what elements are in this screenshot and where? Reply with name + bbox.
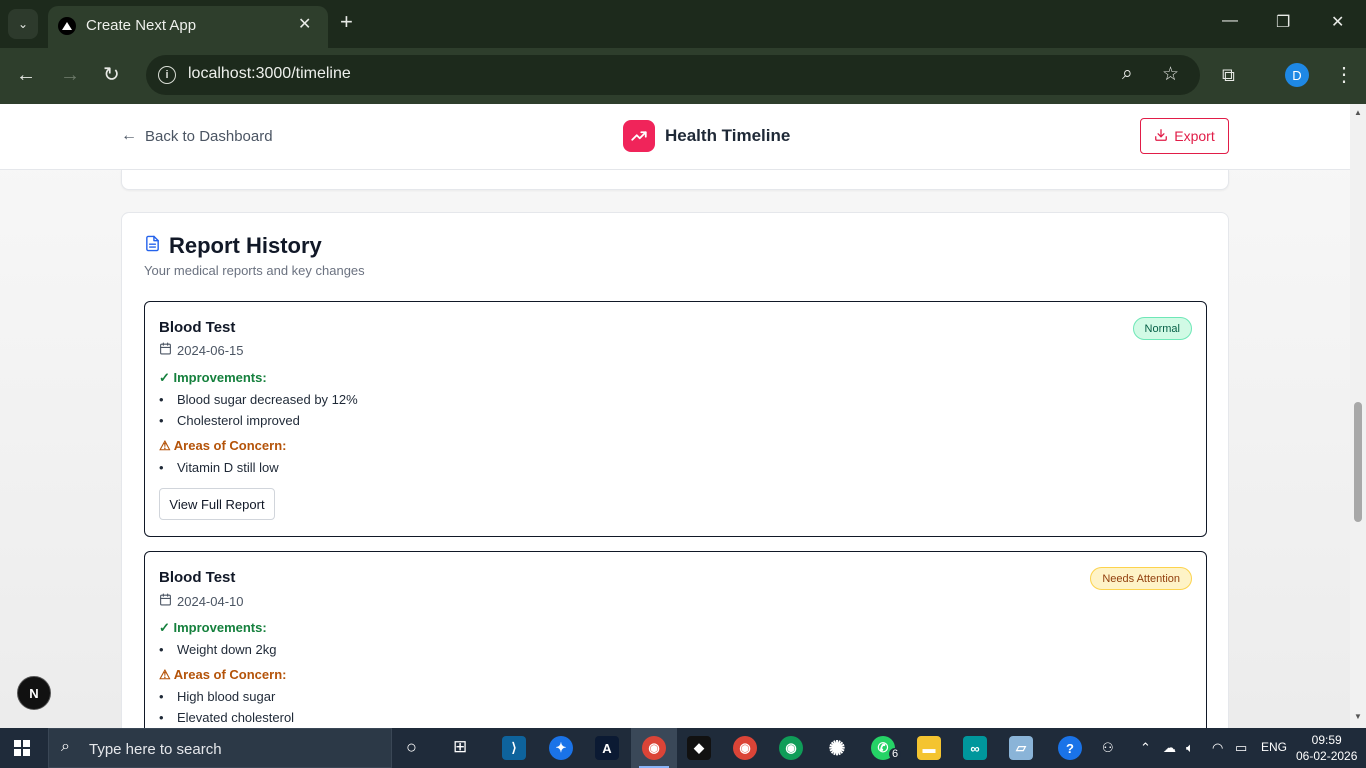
browser-menu-icon[interactable]: ⋮ bbox=[1334, 62, 1354, 88]
history-title: Report History bbox=[169, 233, 322, 258]
search-icon: ⌕ bbox=[61, 738, 70, 755]
close-window-icon[interactable]: ✕ bbox=[1331, 12, 1344, 32]
chatgpt-icon[interactable]: ✺ bbox=[825, 736, 849, 760]
network-off-icon[interactable]: ☁ bbox=[1163, 740, 1176, 756]
trending-up-icon bbox=[623, 120, 655, 152]
browser-toolbar: ← → ↻ i localhost:3000/timeline ⌕ ☆ ⧉ D … bbox=[0, 48, 1366, 104]
bookmark-star-icon[interactable]: ☆ bbox=[1162, 63, 1179, 86]
arduino-icon[interactable]: ∞ bbox=[963, 736, 987, 760]
list-item: Weight down 2kg bbox=[159, 642, 277, 657]
taskbar-search[interactable]: ⌕ Type here to search bbox=[48, 728, 392, 768]
forward-icon[interactable]: → bbox=[60, 62, 80, 88]
new-tab-icon[interactable]: + bbox=[340, 10, 353, 34]
list-item: Cholesterol improved bbox=[159, 413, 300, 428]
site-info-icon[interactable]: i bbox=[158, 66, 176, 84]
language-indicator[interactable]: ENG bbox=[1261, 740, 1287, 754]
app-icon[interactable]: ✦ bbox=[549, 736, 573, 760]
calendar-icon bbox=[159, 593, 172, 609]
clock-time: 09:59 bbox=[1311, 733, 1342, 747]
cortana-icon[interactable]: ○ bbox=[406, 737, 417, 758]
history-title-row: Report History bbox=[144, 233, 322, 259]
improvements-heading: ✓ Improvements: bbox=[159, 370, 267, 385]
tab-search-icon[interactable]: ⌄ bbox=[8, 9, 38, 39]
export-label: Export bbox=[1174, 128, 1215, 144]
report-card: Blood Test 2024-04-10 Needs Attention ✓ … bbox=[144, 551, 1207, 728]
nextjs-dev-indicator[interactable]: N bbox=[17, 676, 51, 710]
chrome-profile-2-icon[interactable]: ◉ bbox=[779, 736, 803, 760]
status-badge: Normal bbox=[1132, 317, 1192, 340]
list-item: High blood sugar bbox=[159, 689, 275, 704]
page-scrollbar[interactable]: ▲ ▼ bbox=[1350, 104, 1366, 728]
back-to-dashboard-link[interactable]: ← Back to Dashboard bbox=[121, 127, 273, 145]
report-date-text: 2024-04-10 bbox=[177, 593, 244, 609]
address-bar[interactable]: i localhost:3000/timeline ⌕ ☆ bbox=[146, 55, 1200, 95]
concerns-heading: ⚠ Areas of Concern: bbox=[159, 438, 287, 453]
report-history-card: Report History Your medical reports and … bbox=[121, 212, 1229, 728]
arc-app-icon[interactable]: A bbox=[595, 736, 619, 760]
report-card: Blood Test 2024-06-15 Normal ✓ Improveme… bbox=[144, 301, 1207, 537]
report-date: 2024-04-10 bbox=[159, 593, 244, 609]
export-button[interactable]: Export bbox=[1140, 118, 1229, 154]
people-icon[interactable]: ⚇ bbox=[1102, 740, 1114, 756]
windows-taskbar: ⌕ Type here to search ○ ⊞ ⟩ ✦ A ◉ ◆ ◉ ◉ … bbox=[0, 728, 1366, 768]
brand: Health Timeline bbox=[623, 120, 790, 152]
arrow-left-icon: ← bbox=[121, 127, 137, 144]
minimize-icon[interactable]: — bbox=[1222, 12, 1238, 30]
report-date-text: 2024-06-15 bbox=[177, 342, 244, 358]
list-item: Blood sugar decreased by 12% bbox=[159, 392, 358, 407]
tab-close-icon[interactable]: ✕ bbox=[298, 14, 311, 34]
improvements-heading: ✓ Improvements: bbox=[159, 620, 267, 635]
browser-tab[interactable]: Create Next App ✕ bbox=[48, 6, 328, 48]
zoom-icon[interactable]: ⌕ bbox=[1122, 63, 1133, 85]
tab-title: Create Next App bbox=[86, 17, 197, 34]
file-explorer-icon[interactable]: ▬ bbox=[917, 736, 941, 760]
scroll-down-icon[interactable]: ▼ bbox=[1354, 712, 1362, 721]
concerns-heading: ⚠ Areas of Concern: bbox=[159, 667, 287, 682]
extensions-icon[interactable]: ⧉ bbox=[1222, 62, 1235, 88]
whatsapp-badge: 6 bbox=[889, 748, 902, 760]
browser-tab-strip: ⌄ Create Next App ✕ + — ❐ ✕ bbox=[0, 0, 1366, 48]
notes-app-icon[interactable]: ▱ bbox=[1009, 736, 1033, 760]
previous-card bbox=[121, 170, 1229, 190]
tray-overflow-icon[interactable]: ⌃ bbox=[1140, 740, 1151, 756]
back-label: Back to Dashboard bbox=[145, 127, 273, 145]
cube-app-icon[interactable]: ◆ bbox=[687, 736, 711, 760]
page-title: Health Timeline bbox=[665, 126, 791, 145]
calendar-icon bbox=[159, 342, 172, 358]
scroll-up-icon[interactable]: ▲ bbox=[1354, 108, 1362, 117]
list-item: Vitamin D still low bbox=[159, 460, 279, 475]
restore-icon[interactable]: ❐ bbox=[1276, 12, 1290, 32]
battery-icon[interactable]: ▭ bbox=[1235, 740, 1247, 756]
page-viewport: ← Back to Dashboard Health Timeline Expo… bbox=[0, 104, 1350, 728]
wifi-icon[interactable]: ◠ bbox=[1212, 740, 1223, 756]
report-title: Blood Test bbox=[159, 319, 236, 336]
vscode-icon[interactable]: ⟩ bbox=[502, 736, 526, 760]
back-icon[interactable]: ← bbox=[16, 62, 36, 88]
address-url[interactable]: localhost:3000/timeline bbox=[188, 65, 351, 83]
clock-date: 06-02-2026 bbox=[1296, 749, 1358, 763]
view-full-report-button[interactable]: View Full Report bbox=[159, 488, 275, 520]
report-date: 2024-06-15 bbox=[159, 342, 244, 358]
report-title: Blood Test bbox=[159, 569, 236, 586]
app-header: ← Back to Dashboard Health Timeline Expo… bbox=[0, 104, 1350, 170]
task-view-icon[interactable]: ⊞ bbox=[453, 737, 467, 757]
profile-avatar[interactable]: D bbox=[1285, 63, 1309, 87]
scrollbar-thumb[interactable] bbox=[1354, 402, 1362, 522]
help-icon[interactable]: ? bbox=[1058, 736, 1082, 760]
status-badge: Needs Attention bbox=[1090, 567, 1192, 590]
search-placeholder: Type here to search bbox=[89, 741, 222, 758]
list-item: Elevated cholesterol bbox=[159, 710, 294, 725]
nextjs-favicon-icon bbox=[58, 17, 76, 35]
chrome-icon[interactable]: ◉ bbox=[642, 736, 666, 760]
windows-start-icon[interactable] bbox=[14, 740, 30, 756]
history-subtitle: Your medical reports and key changes bbox=[144, 263, 365, 278]
volume-icon[interactable]: 🔈︎ bbox=[1186, 740, 1194, 756]
file-text-icon bbox=[144, 235, 161, 257]
taskbar-clock[interactable]: 09:59 06-02-2026 bbox=[1296, 732, 1357, 764]
chrome-profile-icon[interactable]: ◉ bbox=[733, 736, 757, 760]
reload-icon[interactable]: ↻ bbox=[103, 62, 120, 88]
download-icon bbox=[1154, 128, 1168, 145]
